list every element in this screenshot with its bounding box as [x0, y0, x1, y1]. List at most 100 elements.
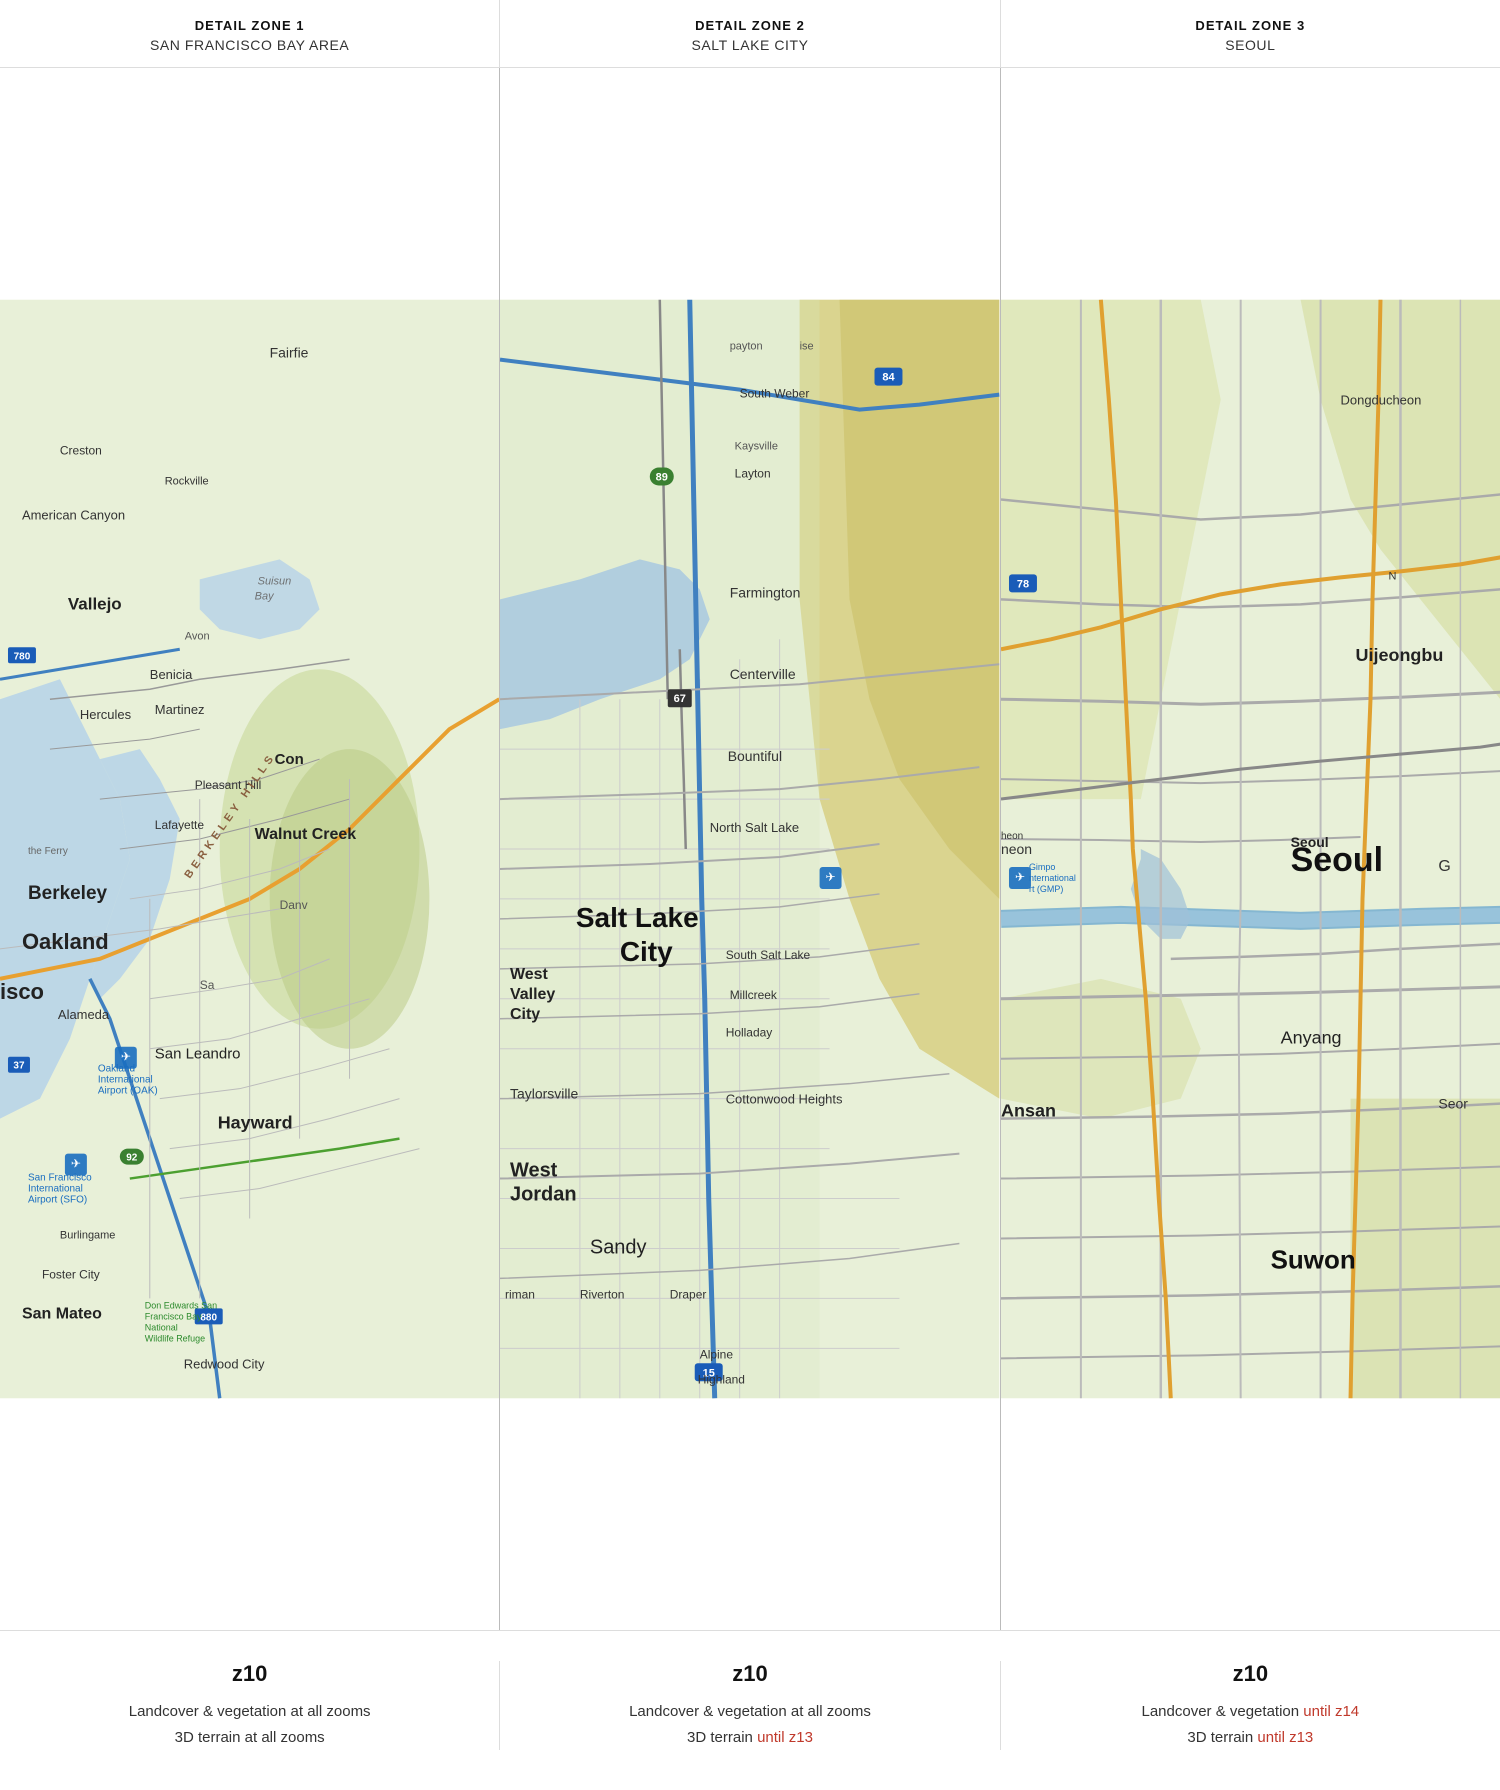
zone-1-city: SAN FRANCISCO BAY AREA [10, 37, 489, 53]
svg-text:ise: ise [800, 341, 814, 353]
svg-text:Jordan: Jordan [510, 1184, 577, 1206]
svg-text:Wildlife Refuge: Wildlife Refuge [145, 1333, 205, 1343]
svg-text:✈: ✈ [121, 1050, 131, 1064]
map-slc: 15 84 89 67 ✈ South Weber Layton Kaysvil… [500, 68, 999, 1630]
svg-text:Riverton: Riverton [580, 1287, 625, 1301]
footer-line2-3-suffix: until z13 [1257, 1729, 1313, 1746]
footer-line2-2-suffix: until z13 [757, 1729, 813, 1746]
footer-zoom-2: z10 [520, 1661, 979, 1687]
svg-text:isco: isco [0, 979, 44, 1004]
footer-line1-3-suffix: until z14 [1303, 1703, 1359, 1720]
svg-text:North Salt Lake: North Salt Lake [710, 820, 799, 835]
svg-text:Dongducheon: Dongducheon [1340, 393, 1421, 408]
svg-text:West: West [510, 1160, 558, 1182]
svg-text:Danv: Danv [280, 898, 308, 912]
svg-text:84: 84 [883, 372, 896, 384]
svg-text:Martinez: Martinez [155, 702, 205, 717]
svg-text:Sandy: Sandy [590, 1236, 647, 1258]
header-zone-3: DETAIL ZONE 3 SEOUL [1001, 0, 1500, 67]
svg-text:riman: riman [505, 1287, 535, 1301]
svg-text:City: City [510, 1006, 540, 1023]
svg-text:Con: Con [275, 751, 304, 768]
zone-1-label: DETAIL ZONE 1 [10, 18, 489, 33]
svg-text:89: 89 [656, 471, 668, 483]
svg-text:Foster City: Foster City [42, 1267, 100, 1281]
footer-line2-1: 3D terrain at all zooms [20, 1725, 479, 1751]
svg-text:Layton: Layton [735, 466, 771, 480]
svg-text:Cottonwood Heights: Cottonwood Heights [726, 1092, 843, 1107]
svg-text:Kaysville: Kaysville [735, 441, 778, 453]
svg-text:92: 92 [126, 1153, 138, 1164]
map-panel-sf: ✈ ✈ 37 780 880 92 American Canyon Rockvi… [0, 68, 500, 1630]
svg-text:Avon: Avon [185, 630, 210, 642]
svg-text:Airport (SFO): Airport (SFO) [28, 1195, 87, 1206]
footer-line2-2: 3D terrain until z13 [520, 1725, 979, 1751]
svg-text:Benicia: Benicia [150, 667, 193, 682]
svg-text:67: 67 [674, 693, 686, 705]
svg-text:✈: ✈ [71, 1157, 81, 1171]
svg-text:Gimpo: Gimpo [1029, 862, 1055, 872]
svg-text:N: N [1388, 570, 1396, 582]
svg-text:Ansan: Ansan [1001, 1101, 1056, 1121]
zone-2-label: DETAIL ZONE 2 [510, 18, 989, 33]
svg-text:Burlingame: Burlingame [60, 1229, 115, 1241]
svg-text:Bountiful: Bountiful [728, 748, 782, 764]
footer-zone-3: z10 Landcover & vegetation until z14 3D … [1001, 1661, 1500, 1750]
svg-text:Millcreek: Millcreek [730, 988, 777, 1002]
map-panel-slc: 15 84 89 67 ✈ South Weber Layton Kaysvil… [500, 68, 1000, 1630]
svg-text:Uijeongbu: Uijeongbu [1355, 645, 1443, 665]
svg-text:Anyang: Anyang [1280, 1028, 1341, 1048]
svg-text:South Salt Lake: South Salt Lake [726, 948, 811, 962]
svg-text:Holladay: Holladay [726, 1026, 773, 1040]
map-panel-seoul: 78 ✈ Dongducheon Uijeongbu Seoul Seoul A… [1001, 68, 1500, 1630]
svg-text:Seor: Seor [1438, 1096, 1468, 1112]
svg-text:Fairfie: Fairfie [270, 345, 309, 361]
svg-text:Francisco Bay: Francisco Bay [145, 1311, 202, 1321]
svg-text:South Weber: South Weber [740, 387, 810, 401]
footer-zone-2: z10 Landcover & vegetation at all zooms … [500, 1661, 1000, 1750]
map-seoul: 78 ✈ Dongducheon Uijeongbu Seoul Seoul A… [1001, 68, 1500, 1630]
svg-text:✈: ✈ [1015, 870, 1025, 884]
svg-text:Don Edwards San: Don Edwards San [145, 1300, 217, 1310]
svg-text:Redwood City: Redwood City [184, 1356, 265, 1371]
zone-3-city: SEOUL [1011, 37, 1490, 53]
header-zone-2: DETAIL ZONE 2 SALT LAKE CITY [500, 0, 1000, 67]
footer-zone-1: z10 Landcover & vegetation at all zooms … [0, 1661, 500, 1750]
svg-text:Walnut Creek: Walnut Creek [255, 826, 357, 843]
svg-text:Farmington: Farmington [730, 584, 801, 600]
svg-text:payton: payton [730, 341, 763, 353]
svg-text:880: 880 [200, 1312, 217, 1323]
svg-text:Sa: Sa [200, 978, 215, 992]
svg-text:neon: neon [1001, 841, 1032, 857]
svg-text:heon: heon [1001, 831, 1023, 842]
svg-text:Taylorsville: Taylorsville [510, 1086, 579, 1102]
footer-zoom-3: z10 [1021, 1661, 1480, 1687]
svg-text:78: 78 [1017, 578, 1029, 590]
svg-text:Suwon: Suwon [1270, 1244, 1355, 1274]
svg-text:City: City [620, 936, 673, 967]
svg-text:Creston: Creston [60, 444, 102, 458]
footer-line1-2: Landcover & vegetation at all zooms [520, 1699, 979, 1725]
svg-text:Lafayette: Lafayette [155, 818, 205, 832]
svg-text:National: National [145, 1322, 178, 1332]
svg-text:Oakland: Oakland [98, 1064, 135, 1075]
svg-text:Berkeley: Berkeley [28, 883, 108, 904]
svg-text:Alpine: Alpine [700, 1347, 734, 1361]
svg-text:Rockville: Rockville [165, 475, 209, 487]
svg-text:Hayward: Hayward [218, 1113, 293, 1133]
svg-text:Hercules: Hercules [80, 707, 132, 722]
svg-text:Highland: Highland [698, 1372, 745, 1386]
footer-zoom-1: z10 [20, 1661, 479, 1687]
svg-text:International: International [98, 1075, 153, 1086]
svg-text:the Ferry: the Ferry [28, 846, 68, 857]
svg-text:G: G [1438, 858, 1450, 875]
svg-text:American Canyon: American Canyon [22, 507, 125, 522]
svg-text:International: International [28, 1184, 83, 1195]
svg-text:San Leandro: San Leandro [155, 1046, 241, 1063]
svg-text:Centerville: Centerville [730, 666, 796, 682]
svg-text:37: 37 [13, 1061, 25, 1072]
svg-text:Salt Lake: Salt Lake [576, 902, 699, 933]
zone-3-label: DETAIL ZONE 3 [1011, 18, 1490, 33]
svg-text:Vallejo: Vallejo [68, 594, 122, 613]
footer-line2-3: 3D terrain until z13 [1021, 1725, 1480, 1751]
